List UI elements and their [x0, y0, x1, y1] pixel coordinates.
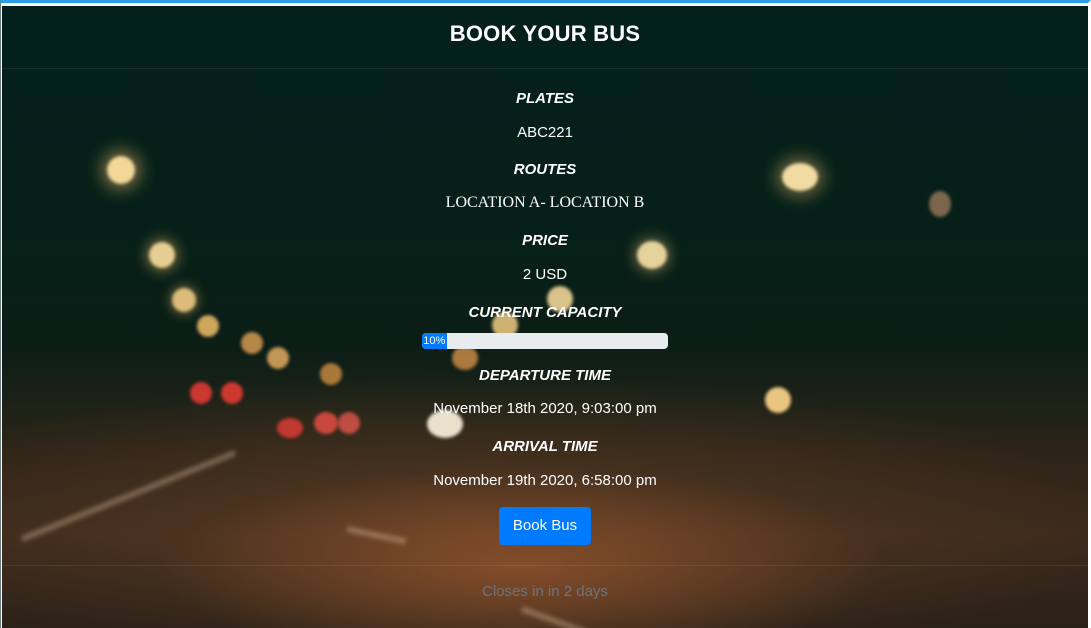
plates-value: ABC221 — [517, 124, 573, 141]
road-marking — [20, 450, 237, 542]
bokeh-light — [241, 332, 263, 354]
capacity-progress-bar: 10% — [422, 333, 447, 349]
price-value: 2 USD — [522, 266, 568, 283]
card-footer: Closes in in 2 days — [2, 565, 1088, 628]
closing-notice: Closes in in 2 days — [482, 583, 608, 600]
price-label: PRICE — [522, 232, 568, 249]
arrival-label: ARRIVAL TIME — [492, 438, 598, 455]
capacity-label: CURRENT CAPACITY — [468, 304, 622, 321]
departure-label: DEPARTURE TIME — [479, 367, 611, 384]
routes-label: ROUTES — [513, 161, 577, 178]
book-bus-button[interactable]: Book Bus — [499, 507, 591, 545]
page-title: BOOK YOUR BUS — [449, 21, 641, 46]
road-marking — [346, 526, 407, 545]
departure-value: November 18th 2020, 9:03:00 pm — [433, 400, 657, 417]
routes-value: LOCATION A- LOCATION B — [445, 194, 645, 211]
bokeh-light — [277, 418, 303, 438]
window-frame: BOOK YOUR BUS PLATES ABC221 ROUTES LOCAT… — [0, 0, 1091, 628]
capacity-progress: 10% — [422, 333, 668, 349]
plates-label: PLATES — [515, 90, 575, 107]
card-header: BOOK YOUR BUS — [2, 6, 1088, 69]
bokeh-light — [267, 347, 289, 369]
arrival-value: November 19th 2020, 6:58:00 pm — [433, 472, 657, 489]
booking-card: BOOK YOUR BUS PLATES ABC221 ROUTES LOCAT… — [2, 6, 1088, 628]
